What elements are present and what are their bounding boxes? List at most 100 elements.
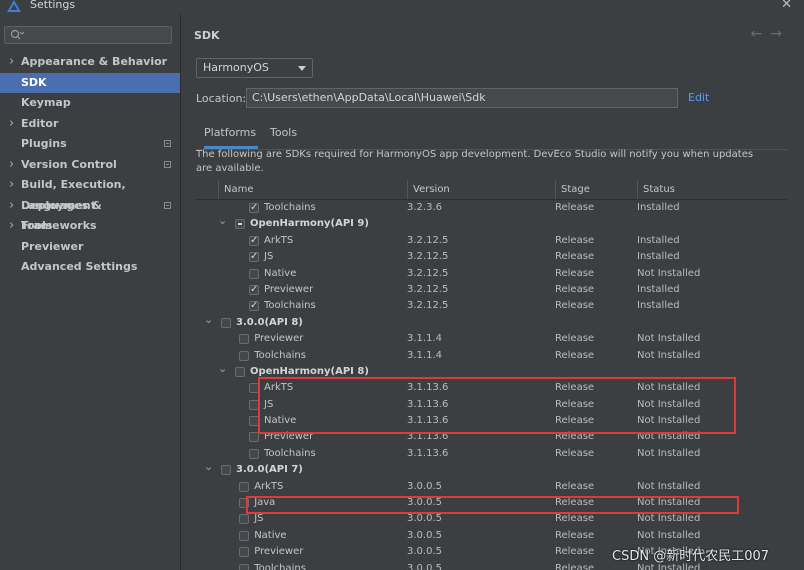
sidebar-item-plugins[interactable]: Plugins bbox=[0, 134, 180, 155]
sdk-checkbox[interactable] bbox=[239, 514, 250, 525]
row-version: 3.2.12.5 bbox=[407, 251, 449, 263]
sidebar-item-editor[interactable]: › Editor bbox=[0, 114, 180, 135]
table-row[interactable]: ⌄ OpenHarmony(API 9) bbox=[196, 213, 779, 232]
sdk-checkbox[interactable] bbox=[249, 200, 259, 216]
location-field[interactable]: C:\Users\ethen\AppData\Local\Huawei\Sdk bbox=[246, 88, 678, 108]
sidebar-item-keymap[interactable]: Keymap bbox=[0, 93, 180, 114]
watermark-text: CSDN @新时代农民工007 bbox=[612, 549, 770, 564]
expand-toggle-icon[interactable]: ⌄ bbox=[218, 213, 227, 229]
table-row[interactable]: Toolchains 3.2.3.6 Release Installed bbox=[196, 200, 779, 216]
expand-toggle-icon[interactable]: ⌄ bbox=[204, 459, 213, 475]
column-header-stage[interactable]: Stage bbox=[555, 180, 637, 199]
sidebar-item-appearance-behavior[interactable]: › Appearance & Behavior bbox=[0, 52, 180, 73]
row-status: Not Installed bbox=[637, 480, 701, 492]
sidebar-item-previewer[interactable]: Previewer bbox=[0, 237, 180, 258]
sdk-checkbox[interactable] bbox=[239, 334, 250, 345]
row-stage: Release bbox=[555, 234, 595, 246]
sidebar-item-label: Keymap bbox=[21, 96, 71, 109]
table-row[interactable]: ⌄ 3.0.0(API 8) bbox=[196, 312, 779, 331]
sdk-checkbox[interactable] bbox=[239, 563, 250, 570]
row-status: Not Installed bbox=[637, 333, 701, 345]
table-row[interactable]: Native 3.0.0.5 Release Not Installed bbox=[196, 528, 779, 544]
sdk-checkbox[interactable] bbox=[239, 350, 250, 361]
sdk-checkbox[interactable] bbox=[235, 366, 245, 377]
expand-toggle-icon[interactable]: ⌄ bbox=[218, 361, 227, 377]
table-row[interactable]: JS 3.2.12.5 Release Installed bbox=[196, 249, 779, 266]
sdk-checkbox[interactable] bbox=[249, 233, 259, 249]
expand-toggle-icon[interactable]: ⌄ bbox=[204, 312, 213, 328]
sidebar-item-languages-frameworks[interactable]: › Languages & Frameworks bbox=[0, 196, 180, 232]
sdk-checkbox[interactable] bbox=[249, 249, 259, 266]
sidebar-item-label: Editor bbox=[21, 116, 59, 130]
sdk-checkbox[interactable] bbox=[221, 317, 231, 328]
row-status: Not Installed bbox=[637, 349, 701, 361]
tab-tools[interactable]: Tools bbox=[270, 122, 310, 149]
sdk-checkbox[interactable] bbox=[235, 219, 245, 230]
chevron-right-icon[interactable]: › bbox=[9, 155, 14, 176]
row-stage: Release bbox=[555, 202, 595, 213]
chevron-right-icon[interactable]: › bbox=[9, 114, 14, 135]
close-icon[interactable]: ✕ bbox=[781, 0, 792, 12]
table-row[interactable]: Previewer 3.1.1.4 Release Not Installed bbox=[196, 331, 779, 347]
table-row[interactable]: Previewer 3.2.12.5 Release Installed bbox=[196, 282, 779, 298]
tab-platforms-label: Platforms bbox=[204, 126, 257, 139]
row-version: 3.0.0.5 bbox=[407, 562, 442, 570]
sidebar-item-build-execution-deployment[interactable]: › Build, Execution, Deployment bbox=[0, 175, 180, 212]
sdk-checkbox[interactable] bbox=[239, 481, 250, 492]
row-name: Previewer bbox=[254, 546, 304, 558]
sidebar-item-tools[interactable]: › Tools bbox=[0, 216, 180, 237]
column-header-name[interactable]: Name bbox=[218, 180, 407, 199]
table-row[interactable]: Native 3.2.12.5 Release Not Installed bbox=[196, 266, 779, 282]
chevron-right-icon[interactable]: › bbox=[9, 52, 14, 73]
row-version: 3.2.12.5 bbox=[407, 300, 449, 312]
row-status: Installed bbox=[637, 283, 680, 295]
sdk-checkbox[interactable] bbox=[249, 268, 259, 279]
sidebar-item-advanced-settings[interactable]: Advanced Settings bbox=[0, 257, 180, 278]
page-title: SDK bbox=[194, 29, 220, 42]
row-version: 3.2.3.6 bbox=[407, 202, 442, 213]
row-status: Not Installed bbox=[637, 529, 701, 541]
row-name: JS bbox=[264, 251, 274, 263]
table-row[interactable]: Toolchains 3.2.12.5 Release Installed bbox=[196, 298, 779, 315]
back-arrow-icon[interactable]: ← bbox=[751, 26, 771, 42]
table-row[interactable]: ⌄ 3.0.0(API 7) bbox=[196, 459, 779, 478]
sdk-checkbox[interactable] bbox=[249, 282, 259, 298]
forward-arrow-icon[interactable]: → bbox=[770, 26, 790, 42]
sdk-checkbox[interactable] bbox=[249, 298, 259, 315]
row-stage: Release bbox=[555, 480, 595, 492]
sdk-checkbox[interactable] bbox=[221, 465, 231, 476]
column-header-version[interactable]: Version bbox=[407, 180, 555, 199]
table-row[interactable]: Toolchains 3.1.1.4 Release Not Installed bbox=[196, 348, 779, 364]
tab-platforms[interactable]: Platforms bbox=[204, 122, 258, 149]
table-header: Name Version Stage Status bbox=[196, 180, 787, 200]
tab-tools-label: Tools bbox=[270, 126, 298, 139]
row-stage: Release bbox=[555, 529, 595, 541]
row-stage: Release bbox=[555, 300, 595, 312]
sidebar-item-label: Version Control bbox=[21, 157, 117, 171]
sdk-checkbox[interactable] bbox=[239, 547, 250, 558]
platform-dropdown[interactable]: HarmonyOS bbox=[196, 58, 313, 78]
table-row[interactable]: ArkTS 3.0.0.5 Release Not Installed bbox=[196, 479, 779, 495]
location-label: Location: bbox=[196, 92, 247, 105]
table-row[interactable]: ArkTS 3.2.12.5 Release Installed bbox=[196, 233, 779, 249]
sidebar-item-sdk[interactable]: SDK bbox=[0, 72, 180, 93]
row-version: 3.2.12.5 bbox=[407, 283, 449, 295]
sidebar-item-label: Appearance & Behavior bbox=[21, 55, 168, 68]
table-row[interactable]: Toolchains 3.1.13.6 Release Not Installed bbox=[196, 446, 779, 462]
sdk-checkbox[interactable] bbox=[249, 448, 259, 459]
search-icon bbox=[10, 29, 25, 44]
sdk-checkbox[interactable] bbox=[239, 530, 250, 541]
row-name: 3.0.0(API 8) bbox=[236, 316, 303, 328]
row-name: ArkTS bbox=[264, 234, 294, 246]
row-status: Installed bbox=[637, 202, 680, 213]
row-version: 3.2.12.5 bbox=[407, 267, 449, 279]
column-header-status[interactable]: Status bbox=[637, 180, 787, 199]
settings-search-input[interactable] bbox=[4, 26, 172, 44]
chevron-right-icon[interactable]: › bbox=[9, 216, 14, 237]
project-scope-icon bbox=[164, 140, 171, 147]
chevron-right-icon[interactable]: › bbox=[9, 196, 14, 217]
chevron-right-icon[interactable]: › bbox=[9, 175, 14, 196]
sidebar-item-version-control[interactable]: › Version Control bbox=[0, 155, 180, 176]
row-name: Previewer bbox=[254, 333, 304, 345]
edit-location-link[interactable]: Edit bbox=[688, 91, 709, 104]
